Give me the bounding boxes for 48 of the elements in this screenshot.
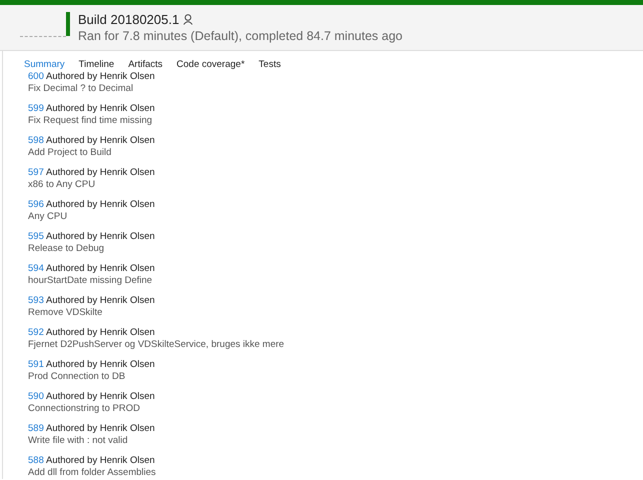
tab[interactable]: Tests [258, 57, 281, 71]
tab[interactable]: Artifacts [128, 57, 163, 71]
commit-link[interactable]: 598 [28, 135, 44, 146]
commit-message: Connectionstring to PROD [28, 403, 141, 415]
commit-message: Add Project to Build [28, 147, 112, 159]
commit-author: Authored by Henrik Olsen [46, 263, 155, 274]
commit-author: Authored by Henrik Olsen [46, 71, 155, 82]
commit-link[interactable]: 600 [28, 71, 44, 82]
commit-message: Fix Decimal ? to Decimal [28, 83, 134, 95]
commit-author: Authored by Henrik Olsen [46, 135, 155, 146]
tab[interactable]: Timeline [78, 57, 114, 71]
commit-message: Prod Connection to DB [28, 371, 126, 383]
commit-message: Remove VDSkilte [28, 307, 104, 319]
commit-author: Authored by Henrik Olsen [46, 423, 155, 434]
commit-link[interactable]: 597 [28, 167, 44, 178]
commit-message: Fix Request find time missing [28, 115, 154, 127]
commit-link[interactable]: 599 [28, 103, 44, 114]
commit-author: Authored by Henrik Olsen [46, 295, 155, 306]
commit-author: Authored by Henrik Olsen [46, 327, 155, 338]
commit-link[interactable]: 592 [28, 327, 44, 338]
commit-link[interactable]: 590 [28, 391, 44, 402]
commit-link[interactable]: 595 [28, 231, 44, 242]
commit-message: x86 to Any CPU [28, 179, 96, 191]
commit-author: Authored by Henrik Olsen [46, 199, 155, 210]
commit-link[interactable]: 589 [28, 423, 44, 434]
commit-link[interactable]: 588 [28, 455, 44, 466]
commit-message: Fjernet D2PushServer og VDSkilteService, bruges ikke mere [28, 339, 286, 351]
timeline-line [20, 36, 66, 37]
person-icon [183, 14, 194, 25]
commit-link[interactable]: 596 [28, 199, 44, 210]
commit-message: Any CPU [28, 211, 68, 223]
commit-link[interactable]: 593 [28, 295, 44, 306]
build-title: Build 20180205.1 [78, 12, 180, 27]
commit-author: Authored by Henrik Olsen [46, 359, 155, 370]
commit-author: Authored by Henrik Olsen [46, 231, 155, 242]
commit-message: Write file with : not valid [28, 435, 129, 447]
build-subtitle: Ran for 7.8 minutes (Default), completed 84.7 minutes ago [78, 29, 402, 43]
commit-author: Authored by Henrik Olsen [46, 455, 155, 466]
commit-link[interactable]: 594 [28, 263, 44, 274]
commit-link[interactable]: 591 [28, 359, 44, 370]
commit-message: hourStartDate missing Define [28, 275, 154, 287]
tab[interactable]: Code coverage* [176, 57, 245, 71]
tab[interactable]: Summary [24, 57, 65, 71]
commit-author: Authored by Henrik Olsen [46, 167, 155, 178]
commit-message: Release to Debug [28, 243, 106, 255]
commit-author: Authored by Henrik Olsen [46, 391, 155, 402]
commit-message: Add dll from folder Assemblies [28, 467, 157, 479]
commit-author: Authored by Henrik Olsen [46, 103, 155, 114]
